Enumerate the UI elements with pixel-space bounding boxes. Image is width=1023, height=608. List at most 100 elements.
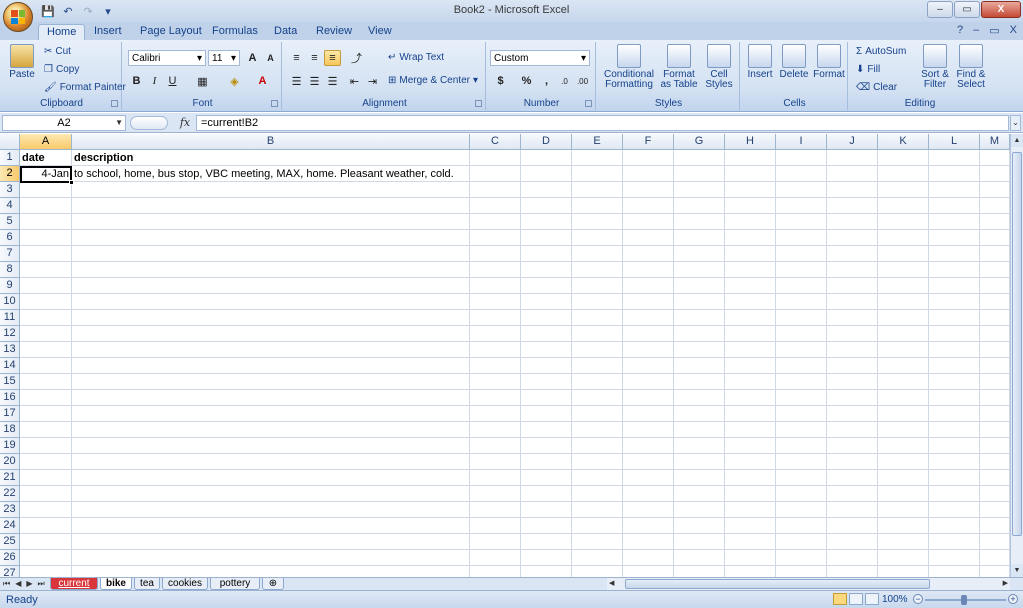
workbook-restore-button[interactable]: ▭ bbox=[989, 24, 999, 37]
underline-button[interactable]: U bbox=[164, 73, 181, 89]
column-header-f[interactable]: F bbox=[623, 134, 674, 150]
vertical-scroll-thumb[interactable] bbox=[1012, 152, 1022, 536]
tab-home[interactable]: Home bbox=[38, 24, 86, 40]
conditional-formatting-button[interactable]: Conditional Formatting bbox=[600, 44, 658, 90]
tab-data[interactable]: Data bbox=[266, 24, 305, 40]
row-header-5[interactable]: 5 bbox=[0, 214, 20, 230]
cell-styles-button[interactable]: Cell Styles bbox=[700, 44, 738, 90]
wrap-text-button[interactable]: ↵ Wrap Text bbox=[388, 52, 444, 63]
tab-view[interactable]: View bbox=[360, 24, 400, 40]
align-middle-icon[interactable]: ≡ bbox=[306, 50, 323, 66]
row-header-21[interactable]: 21 bbox=[0, 470, 20, 486]
row-header-20[interactable]: 20 bbox=[0, 454, 20, 470]
office-button[interactable] bbox=[3, 2, 33, 32]
scroll-right-icon[interactable]: ▶ bbox=[1003, 578, 1008, 590]
find-select-button[interactable]: Find & Select bbox=[954, 44, 988, 90]
cell-b2[interactable]: to school, home, bus stop, VBC meeting, … bbox=[74, 166, 454, 182]
increase-decimal-icon[interactable]: .0 bbox=[556, 73, 573, 89]
row-header-27[interactable]: 27 bbox=[0, 566, 20, 577]
shrink-font-button[interactable]: A bbox=[262, 50, 279, 66]
formula-input[interactable]: =current!B2 bbox=[196, 115, 1009, 131]
autosum-button[interactable]: Σ AutoSum bbox=[856, 46, 906, 57]
minimize-button[interactable]: – bbox=[927, 1, 953, 18]
row-header-4[interactable]: 4 bbox=[0, 198, 20, 214]
increase-indent-icon[interactable]: ⇥ bbox=[364, 73, 381, 89]
copy-button[interactable]: ❐ Copy bbox=[44, 64, 79, 75]
zoom-out-icon[interactable]: − bbox=[913, 594, 923, 604]
page-break-view-icon[interactable] bbox=[865, 593, 879, 605]
row-header-1[interactable]: 1 bbox=[0, 150, 20, 166]
row-header-17[interactable]: 17 bbox=[0, 406, 20, 422]
decrease-indent-icon[interactable]: ⇤ bbox=[346, 73, 363, 89]
formula-bar-splitter[interactable] bbox=[130, 116, 168, 130]
column-header-i[interactable]: I bbox=[776, 134, 827, 150]
row-header-23[interactable]: 23 bbox=[0, 502, 20, 518]
tab-formulas[interactable]: Formulas bbox=[204, 24, 266, 40]
row-header-25[interactable]: 25 bbox=[0, 534, 20, 550]
help-icon[interactable]: ? bbox=[957, 24, 963, 37]
tab-insert[interactable]: Insert bbox=[86, 24, 130, 40]
align-top-icon[interactable]: ≡ bbox=[288, 50, 305, 66]
zoom-slider[interactable]: − + bbox=[913, 594, 1018, 605]
comma-button[interactable]: , bbox=[538, 73, 555, 89]
clipboard-launcher-icon[interactable] bbox=[111, 100, 118, 107]
sheet-tab-cookies[interactable]: cookies bbox=[162, 578, 208, 590]
align-right-icon[interactable]: ☰ bbox=[324, 73, 341, 89]
number-format-select[interactable]: Custom ▾ bbox=[490, 50, 590, 66]
column-header-k[interactable]: K bbox=[878, 134, 929, 150]
column-header-g[interactable]: G bbox=[674, 134, 725, 150]
format-painter-button[interactable]: 🖌 Format Painter bbox=[44, 82, 126, 93]
page-layout-view-icon[interactable] bbox=[849, 593, 863, 605]
sheet-tab-bike[interactable]: bike bbox=[100, 578, 132, 590]
next-sheet-icon[interactable]: ▶ bbox=[26, 578, 32, 590]
paste-button[interactable]: Paste bbox=[8, 44, 36, 80]
row-header-2[interactable]: 2 bbox=[0, 166, 20, 182]
row-header-11[interactable]: 11 bbox=[0, 310, 20, 326]
row-header-15[interactable]: 15 bbox=[0, 374, 20, 390]
bold-button[interactable]: B bbox=[128, 73, 145, 89]
align-center-icon[interactable]: ☰ bbox=[306, 73, 323, 89]
worksheet-grid[interactable]: A B C D E F G H I J K L M 1 2 3 4 5 6 7 8 9 10 11 12 13 14 15 16 17 18… bbox=[0, 134, 1010, 577]
column-header-m[interactable]: M bbox=[980, 134, 1010, 150]
name-box[interactable]: A2 ▼ bbox=[2, 115, 126, 131]
font-launcher-icon[interactable] bbox=[271, 100, 278, 107]
align-left-icon[interactable]: ☰ bbox=[288, 73, 305, 89]
vertical-scrollbar[interactable]: ▲ ▼ bbox=[1010, 134, 1023, 577]
insert-cells-button[interactable]: Insert bbox=[744, 44, 776, 80]
fill-handle[interactable] bbox=[69, 180, 74, 185]
percent-button[interactable]: % bbox=[518, 73, 535, 89]
column-header-a[interactable]: A bbox=[20, 134, 72, 150]
workbook-minimize-button[interactable]: – bbox=[973, 24, 979, 37]
expand-formula-bar-icon[interactable]: ⌄ bbox=[1010, 115, 1021, 131]
first-sheet-icon[interactable]: ⏮ bbox=[3, 578, 10, 590]
orientation-icon[interactable]: ⤴ bbox=[348, 50, 365, 66]
horizontal-scrollbar[interactable]: ◀ ▶ bbox=[607, 578, 1010, 590]
row-header-9[interactable]: 9 bbox=[0, 278, 20, 294]
fill-button[interactable]: ⬇ Fill bbox=[856, 64, 880, 75]
align-bottom-icon[interactable]: ≡ bbox=[324, 50, 341, 66]
row-header-10[interactable]: 10 bbox=[0, 294, 20, 310]
row-header-18[interactable]: 18 bbox=[0, 422, 20, 438]
row-header-16[interactable]: 16 bbox=[0, 390, 20, 406]
grow-font-button[interactable]: A bbox=[244, 50, 261, 66]
scroll-left-icon[interactable]: ◀ bbox=[609, 578, 614, 590]
row-header-24[interactable]: 24 bbox=[0, 518, 20, 534]
italic-button[interactable]: I bbox=[146, 73, 163, 89]
column-header-c[interactable]: C bbox=[470, 134, 521, 150]
column-header-j[interactable]: J bbox=[827, 134, 878, 150]
scroll-up-icon[interactable]: ▲ bbox=[1011, 134, 1023, 147]
row-header-14[interactable]: 14 bbox=[0, 358, 20, 374]
row-header-8[interactable]: 8 bbox=[0, 262, 20, 278]
row-header-3[interactable]: 3 bbox=[0, 182, 20, 198]
select-all-button[interactable] bbox=[0, 134, 20, 150]
sheet-tab-tea[interactable]: tea bbox=[134, 578, 160, 590]
column-header-d[interactable]: D bbox=[521, 134, 572, 150]
horizontal-scroll-thumb[interactable] bbox=[625, 579, 930, 589]
clear-button[interactable]: ⌫ Clear bbox=[856, 82, 897, 93]
column-header-e[interactable]: E bbox=[572, 134, 623, 150]
zoom-level[interactable]: 100% bbox=[882, 594, 908, 605]
tab-page-layout[interactable]: Page Layout bbox=[132, 24, 210, 40]
zoom-knob[interactable] bbox=[961, 595, 967, 605]
row-header-26[interactable]: 26 bbox=[0, 550, 20, 566]
cell-a1[interactable]: date bbox=[22, 150, 45, 166]
